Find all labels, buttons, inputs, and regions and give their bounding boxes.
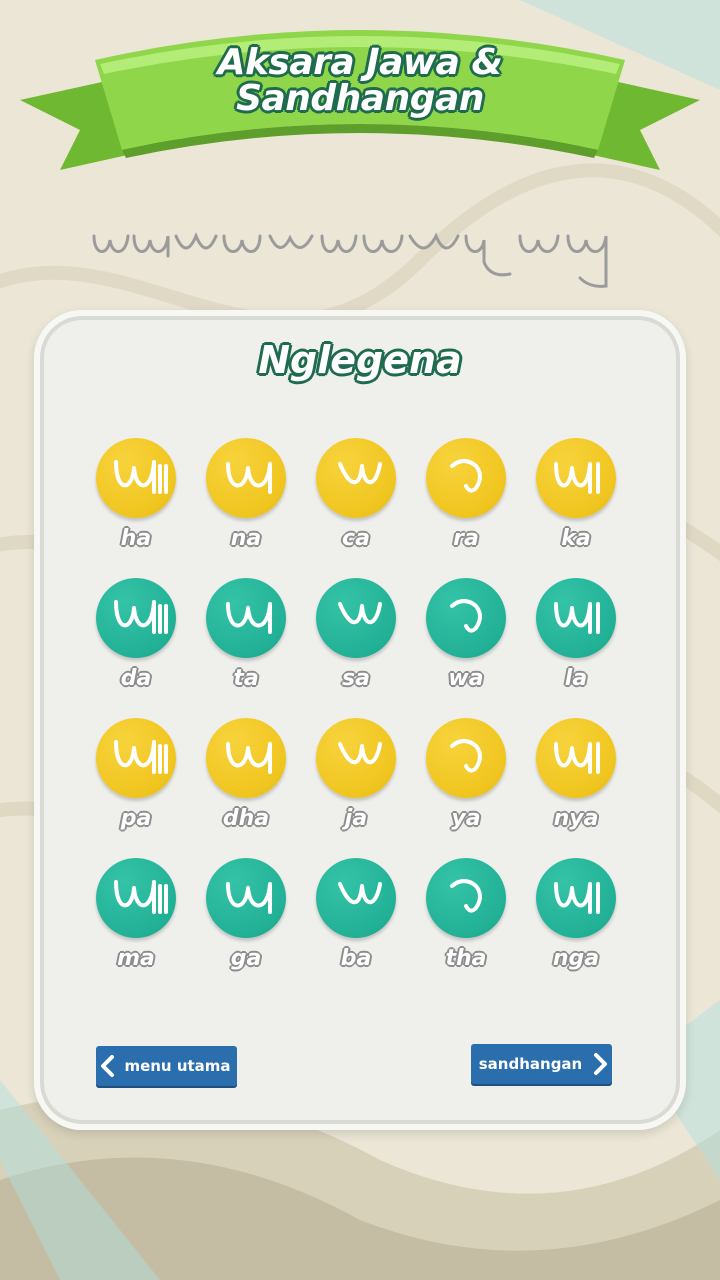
letter-circle[interactable] [536,438,616,518]
letter-circle[interactable] [206,438,286,518]
javanese-script-decoration [92,232,608,288]
javanese-glyph-icon [226,602,272,634]
sandhangan-label: sandhangan [478,1055,583,1073]
letter-button-pa[interactable]: pa [91,718,181,842]
javanese-glyph-icon [450,879,482,913]
letter-label: ra [453,526,479,551]
letter-circle[interactable] [206,718,286,798]
letter-button-nya[interactable]: nya [531,718,621,842]
letter-button-nga[interactable]: nga [531,858,621,982]
letter-button-dha[interactable]: dha [201,718,291,842]
letter-button-na[interactable]: na [201,438,291,562]
javanese-glyph-icon [226,742,272,774]
letter-label: nga [552,946,600,971]
letter-button-sa[interactable]: sa [311,578,401,702]
letter-button-ca[interactable]: ca [311,438,401,562]
letter-button-wa[interactable]: wa [421,578,511,702]
letter-label: la [564,666,588,691]
letter-button-da[interactable]: da [91,578,181,702]
chevron-left-icon [96,1051,118,1081]
letter-button-ra[interactable]: ra [421,438,511,562]
letter-label: ga [230,946,262,971]
letter-circle[interactable] [96,718,176,798]
javanese-glyph-icon [226,462,272,494]
letter-button-ha[interactable]: ha [91,438,181,562]
letter-label: tha [445,946,487,971]
letter-button-ma[interactable]: ma [91,858,181,982]
letter-button-ya[interactable]: ya [421,718,511,842]
letter-label: ha [120,526,152,551]
letter-label: ja [344,806,368,831]
letter-circle[interactable] [536,718,616,798]
letter-label: nya [553,806,599,831]
letter-button-tha[interactable]: tha [421,858,511,982]
letter-circle[interactable] [96,578,176,658]
letter-button-ga[interactable]: ga [201,858,291,982]
letter-button-ba[interactable]: ba [311,858,401,982]
letter-circle[interactable] [426,438,506,518]
letter-circle[interactable] [206,578,286,658]
javanese-glyph-icon [338,462,382,485]
javanese-glyph-icon [450,599,482,633]
javanese-glyph-icon [450,459,482,493]
app-title-line-2: Sandhangan [236,78,484,119]
letter-label: ba [340,946,372,971]
letter-circle[interactable] [536,578,616,658]
letter-circle[interactable] [316,438,396,518]
javanese-glyph-icon [114,600,168,634]
letter-label: dha [222,806,270,831]
javanese-glyph-icon [114,880,168,914]
letter-circle[interactable] [426,858,506,938]
letter-label: ya [451,806,481,831]
menu-utama-button[interactable]: menu utama [96,1046,237,1086]
section-title: Nglegena [258,338,462,382]
letter-label: ma [117,946,155,971]
letter-circle[interactable] [316,578,396,658]
sandhangan-button[interactable]: sandhangan [471,1044,612,1084]
letter-button-ja[interactable]: ja [311,718,401,842]
javanese-glyph-icon [114,460,168,494]
letter-label: pa [120,806,152,831]
letter-circle[interactable] [316,858,396,938]
letter-label: sa [342,666,370,691]
letter-label: ca [342,526,370,551]
javanese-glyph-icon [554,882,600,914]
javanese-glyph-icon [338,742,382,765]
letter-label: wa [448,666,484,691]
letter-circle[interactable] [426,718,506,798]
letter-button-ta[interactable]: ta [201,578,291,702]
letter-label: na [230,526,262,551]
letter-circle[interactable] [426,578,506,658]
letter-label: ta [233,666,259,691]
letter-circle[interactable] [206,858,286,938]
javanese-glyph-icon [450,739,482,773]
title-banner: Aksara Jawa & Sandhangan [0,0,720,200]
letter-label: ka [561,526,591,551]
javanese-glyph-icon [554,742,600,774]
javanese-glyph-icon [114,740,168,774]
letter-circle[interactable] [536,858,616,938]
letter-button-ka[interactable]: ka [531,438,621,562]
javanese-glyph-icon [226,882,272,914]
letter-circle[interactable] [96,858,176,938]
chevron-right-icon [590,1049,612,1079]
letter-circle[interactable] [96,438,176,518]
javanese-glyph-icon [338,602,382,625]
letter-label: da [120,666,152,691]
menu-utama-label: menu utama [124,1057,231,1075]
app-title-line-1: Aksara Jawa & [217,42,503,83]
letter-circle[interactable] [316,718,396,798]
javanese-glyph-icon [554,462,600,494]
javanese-glyph-icon [338,882,382,905]
letter-button-la[interactable]: la [531,578,621,702]
javanese-glyph-icon [554,602,600,634]
